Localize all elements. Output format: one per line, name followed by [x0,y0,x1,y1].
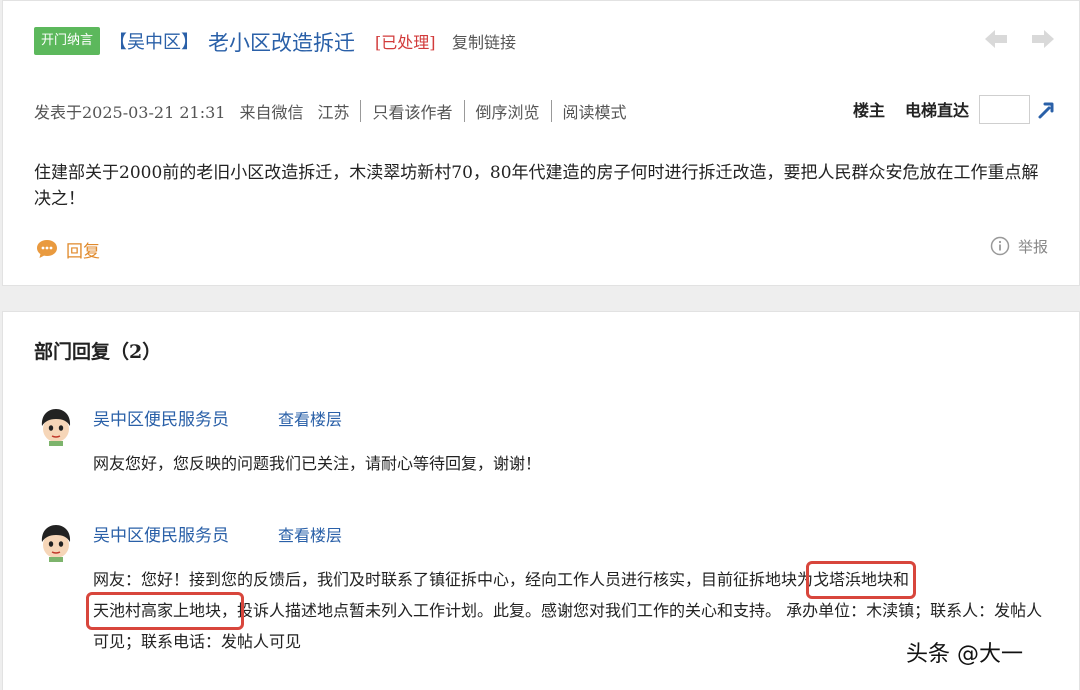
post-meta: 发表于2025-03-21 21:31 来自微信 江苏 只看该作者 倒序浏览 阅… [34,98,627,124]
go-icon[interactable] [1036,100,1056,120]
info-icon [990,236,1010,256]
floor-owner-label: 楼主 [853,101,886,120]
reply-button[interactable]: 回复 [36,235,100,263]
status-badge: [已处理] [375,33,436,52]
elevator-label: 电梯直达 [905,101,970,120]
replier-name[interactable]: 吴中区便民服务员 [93,524,229,548]
district-label[interactable]: 【吴中区】 [109,31,199,55]
floor-jump-input[interactable] [979,95,1030,124]
divider [360,100,362,122]
report-button[interactable]: 举报 [990,233,1048,259]
reply-text: 网友：您好！接到您的反馈后，我们及时联系了镇征拆中心，经向工作人员进行核实，目前… [93,570,814,589]
view-floor-link[interactable]: 查看楼层 [278,524,342,548]
prev-arrow-icon[interactable] [983,27,1009,51]
next-arrow-icon[interactable] [1030,27,1056,51]
replier-name[interactable]: 吴中区便民服务员 [93,408,229,432]
reverse-order-link[interactable]: 倒序浏览 [476,99,540,123]
avatar [41,525,71,562]
post-source: 来自微信 [239,103,304,122]
view-floor-link[interactable]: 查看楼层 [278,408,342,432]
post-location: 江苏 [317,103,350,122]
reply-label: 回复 [66,241,100,262]
watermark: 头条 @大一 [906,642,1023,667]
read-mode-link[interactable]: 阅读模式 [563,99,627,123]
avatar [41,409,71,446]
post-body: 住建部关于2000前的老旧小区改造拆迁，木渎翠坊新村70，80年代建造的房子何时… [34,163,1039,209]
highlighted-text: 戈塔浜地块和 [806,561,917,599]
only-author-link[interactable]: 只看该作者 [372,99,452,123]
divider [550,100,552,122]
department-replies-card: 部门回复（2） 吴中区便民服务员 查看楼层 网友您好，您反映的问题我们已关注，请… [2,311,1080,690]
category-tag[interactable]: 开门纳言 [34,27,101,55]
post-title: 老小区改造拆迁 [208,31,355,55]
post-card: 开门纳言 【吴中区】 老小区改造拆迁 [已处理] 复制链接 发表于2025-03… [2,0,1080,286]
comment-icon [37,240,57,258]
post-date: 发表于2025-03-21 21:31 [34,103,226,122]
report-label: 举报 [1018,237,1049,256]
section-title: 部门回复（2） [34,341,162,363]
highlighted-text: 天池村高家上地块， [85,592,245,630]
divider [463,100,465,122]
copy-link-button[interactable]: 复制链接 [452,31,516,55]
reply-content: 网友您好，您反映的问题我们已关注，请耐心等待回复，谢谢！ [93,454,542,473]
